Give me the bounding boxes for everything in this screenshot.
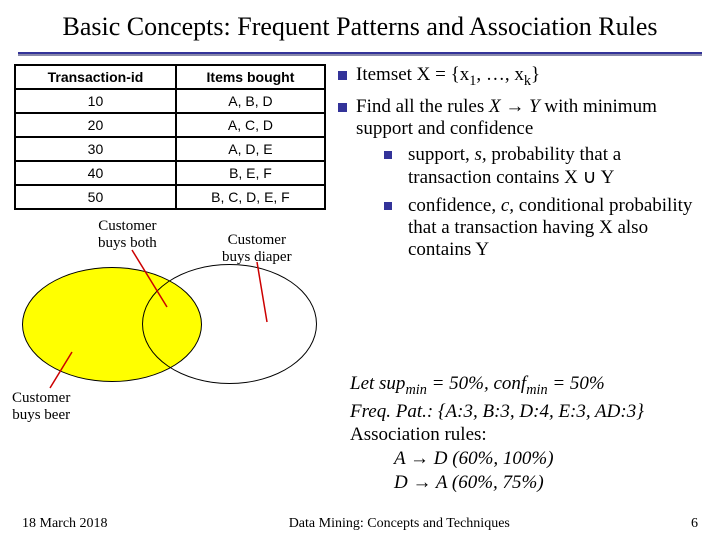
venn-label-diaper: Customerbuys diaper xyxy=(222,232,292,265)
term-support: support, xyxy=(408,144,475,165)
slide-title: Basic Concepts: Frequent Patterns and As… xyxy=(0,0,720,48)
bullet-find-rules: Find all the rules X → Y with minimum su… xyxy=(338,96,708,261)
left-column: Transaction-id Items bought 10A, B, D 20… xyxy=(12,64,332,402)
example-rule-2: D → A (60%, 75%) xyxy=(394,471,700,495)
table-row: 30A, D, E xyxy=(15,137,325,161)
title-divider xyxy=(18,52,702,56)
bullet-itemset: Itemset X = {x1, …, xk} xyxy=(338,64,708,90)
example-rule-1: A → D (60%, 100%) xyxy=(394,447,700,471)
table-row: 50B, C, D, E, F xyxy=(15,185,325,209)
right-column: Itemset X = {x1, …, xk} Find all the rul… xyxy=(332,64,708,402)
example-freq-pat: Freq. Pat.: {A:3, B:3, D:4, E:3, AD:3} xyxy=(350,400,700,424)
bullet-support: support, s, probability that a transacti… xyxy=(384,144,708,189)
footer-date: 18 March 2018 xyxy=(22,516,108,532)
footer-center: Data Mining: Concepts and Techniques xyxy=(289,516,510,532)
bullet-confidence: confidence, c, conditional probability t… xyxy=(384,195,708,261)
example-rules-heading: Association rules: xyxy=(350,423,700,447)
venn-right-ellipse xyxy=(142,264,317,384)
slide-footer: 18 March 2018 Data Mining: Concepts and … xyxy=(0,516,720,532)
venn-label-beer: Customerbuys beer xyxy=(12,390,70,423)
table-header-row: Transaction-id Items bought xyxy=(15,65,325,89)
table-row: 10A, B, D xyxy=(15,89,325,113)
bullet-list: Itemset X = {x1, …, xk} Find all the rul… xyxy=(338,64,708,261)
nested-bullet-list: support, s, probability that a transacti… xyxy=(356,144,708,261)
col-header-items: Items bought xyxy=(176,65,325,89)
transactions-table: Transaction-id Items bought 10A, B, D 20… xyxy=(14,64,326,210)
col-header-tid: Transaction-id xyxy=(15,65,176,89)
content-area: Transaction-id Items bought 10A, B, D 20… xyxy=(0,64,720,402)
venn-label-both: Customerbuys both xyxy=(98,218,157,251)
footer-page-number: 6 xyxy=(691,516,698,532)
table-row: 40B, E, F xyxy=(15,161,325,185)
term-confidence: confidence, xyxy=(408,195,501,216)
table-row: 20A, C, D xyxy=(15,113,325,137)
venn-diagram: Customerbuys both Customerbuys diaper Cu… xyxy=(12,212,332,402)
